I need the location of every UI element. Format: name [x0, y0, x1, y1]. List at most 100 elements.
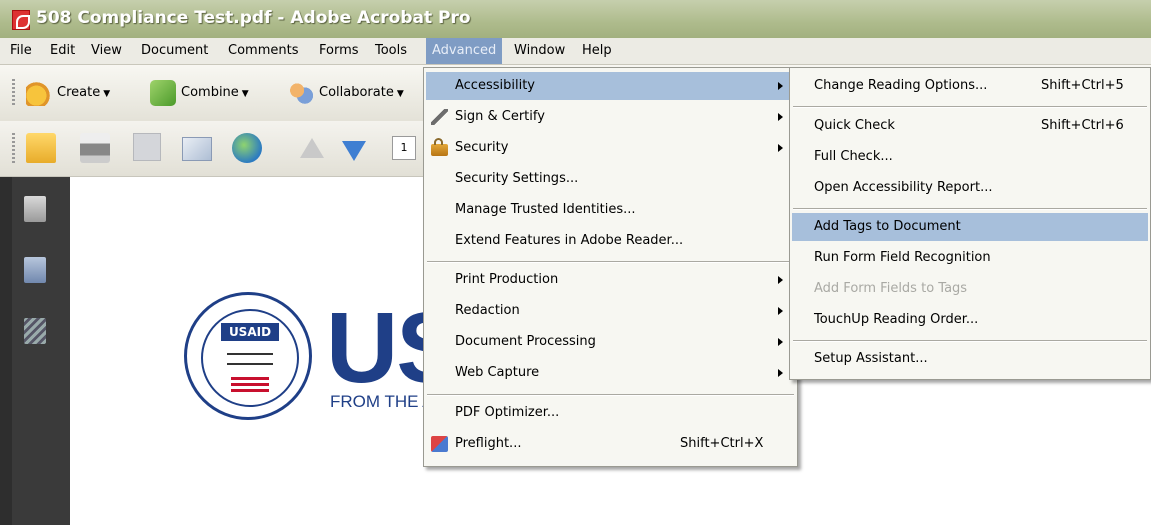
submenu-arrow-icon [778, 338, 783, 346]
menu-item-shortcut: Shift+Ctrl+6 [1041, 118, 1124, 133]
menu-separator [793, 106, 1147, 108]
toolbar-grip[interactable] [12, 79, 15, 107]
menu-item-redaction[interactable]: Redaction [426, 297, 795, 325]
menu-item-label: Quick Check [814, 118, 895, 133]
menu-item-label: Document Processing [455, 334, 596, 349]
flag-shield-icon [231, 377, 269, 395]
menu-item-setup-assistant[interactable]: Setup Assistant... [792, 345, 1148, 373]
menu-item-label: Security Settings... [455, 171, 579, 186]
menu-item-label: PDF Optimizer... [455, 405, 560, 420]
menu-view[interactable]: View [85, 38, 128, 64]
chevron-down-icon: ▼ [103, 89, 111, 99]
menu-file[interactable]: File [4, 38, 38, 64]
accessibility-submenu: Change Reading Options... Shift+Ctrl+5 Q… [789, 67, 1151, 380]
collaborate-icon [288, 79, 314, 106]
menu-item-touchup-reading-order[interactable]: TouchUp Reading Order... [792, 306, 1148, 334]
create-icon [26, 79, 52, 106]
submenu-arrow-icon [778, 144, 783, 152]
previous-page-icon[interactable] [300, 138, 324, 158]
combine-button[interactable]: Combine ▼ [150, 79, 249, 107]
submenu-arrow-icon [778, 369, 783, 377]
menu-item-security[interactable]: Security [426, 134, 795, 162]
menu-item-manage-trusted-identities[interactable]: Manage Trusted Identities... [426, 196, 795, 224]
lock-icon [431, 138, 448, 156]
web-globe-icon[interactable] [232, 133, 262, 163]
menu-tools[interactable]: Tools [369, 38, 413, 64]
menu-item-label: TouchUp Reading Order... [814, 312, 979, 327]
chevron-down-icon: ▼ [396, 89, 404, 99]
create-button[interactable]: Create ▼ [26, 79, 110, 107]
menu-item-shortcut: Shift+Ctrl+5 [1041, 78, 1124, 93]
menu-item-label: Web Capture [455, 365, 540, 380]
create-label: Create [57, 85, 101, 100]
menu-bar: File Edit View Document Comments Forms T… [0, 38, 1151, 65]
menu-item-label: Change Reading Options... [814, 78, 988, 93]
preflight-icon [431, 436, 448, 452]
menu-item-run-form-field-recognition[interactable]: Run Form Field Recognition [792, 244, 1148, 272]
toolbar-grip[interactable] [12, 133, 15, 163]
handshake-icon [227, 353, 273, 365]
combine-label: Combine [181, 85, 239, 100]
print-icon[interactable] [80, 133, 110, 163]
menu-item-label: Setup Assistant... [814, 351, 928, 366]
email-icon[interactable] [182, 137, 212, 161]
menu-item-pdf-optimizer[interactable]: PDF Optimizer... [426, 399, 795, 427]
bookmarks-icon[interactable] [24, 257, 46, 283]
menu-item-open-accessibility-report[interactable]: Open Accessibility Report... [792, 174, 1148, 202]
menu-item-full-check[interactable]: Full Check... [792, 143, 1148, 171]
menu-item-document-processing[interactable]: Document Processing [426, 328, 795, 356]
menu-item-label: Full Check... [814, 149, 893, 164]
menu-item-label: Open Accessibility Report... [814, 180, 993, 195]
menu-help[interactable]: Help [576, 38, 618, 64]
page-number-input[interactable]: 1 [392, 136, 416, 160]
menu-separator [427, 394, 794, 396]
menu-item-security-settings[interactable]: Security Settings... [426, 165, 795, 193]
menu-separator [793, 208, 1147, 210]
open-folder-icon[interactable] [26, 133, 56, 163]
menu-item-print-production[interactable]: Print Production [426, 266, 795, 294]
submenu-arrow-icon [778, 82, 783, 90]
menu-item-label: Redaction [455, 303, 520, 318]
collaborate-button[interactable]: Collaborate ▼ [288, 79, 404, 107]
collaborate-label: Collaborate [319, 85, 394, 100]
next-page-icon[interactable] [342, 141, 366, 161]
menu-item-label: Run Form Field Recognition [814, 250, 991, 265]
menu-item-sign-certify[interactable]: Sign & Certify [426, 103, 795, 131]
advanced-menu: Accessibility Sign & Certify Security Se… [423, 67, 798, 467]
usaid-seal-logo: USAID [184, 292, 312, 420]
menu-forms[interactable]: Forms [313, 38, 365, 64]
menu-window[interactable]: Window [508, 38, 571, 64]
submenu-arrow-icon [778, 276, 783, 284]
menu-item-accessibility[interactable]: Accessibility [426, 72, 795, 100]
panel-strip [0, 177, 12, 525]
menu-item-change-reading-options[interactable]: Change Reading Options... Shift+Ctrl+5 [792, 72, 1148, 100]
menu-comments[interactable]: Comments [222, 38, 304, 64]
menu-item-label: Security [455, 140, 509, 155]
menu-separator [793, 340, 1147, 342]
menu-item-web-capture[interactable]: Web Capture [426, 359, 795, 387]
menu-item-label: Add Tags to Document [814, 219, 961, 234]
save-icon[interactable] [133, 133, 161, 161]
menu-document[interactable]: Document [135, 38, 214, 64]
menu-item-preflight[interactable]: Preflight... Shift+Ctrl+X [426, 430, 795, 458]
menu-advanced[interactable]: Advanced [426, 38, 503, 64]
menu-item-quick-check[interactable]: Quick Check Shift+Ctrl+6 [792, 112, 1148, 140]
menu-item-label: Print Production [455, 272, 559, 287]
submenu-arrow-icon [778, 307, 783, 315]
menu-edit[interactable]: Edit [44, 38, 81, 64]
navigation-panel [0, 177, 70, 525]
menu-item-shortcut: Shift+Ctrl+X [680, 436, 764, 451]
menu-item-add-tags-to-document[interactable]: Add Tags to Document [792, 213, 1148, 241]
menu-item-label: Manage Trusted Identities... [455, 202, 636, 217]
chevron-down-icon: ▼ [241, 89, 249, 99]
pdf-file-icon [12, 10, 30, 30]
menu-separator [427, 261, 794, 263]
signatures-icon[interactable] [24, 318, 46, 344]
seal-badge: USAID [221, 323, 279, 341]
pages-icon[interactable] [24, 196, 46, 222]
menu-item-label: Accessibility [455, 78, 535, 93]
title-bar: 508 Compliance Test.pdf - Adobe Acrobat … [0, 0, 1151, 38]
menu-item-extend-features[interactable]: Extend Features in Adobe Reader... [426, 227, 795, 255]
window-title: 508 Compliance Test.pdf - Adobe Acrobat … [36, 8, 471, 28]
menu-item-add-form-fields-to-tags: Add Form Fields to Tags [792, 275, 1148, 303]
